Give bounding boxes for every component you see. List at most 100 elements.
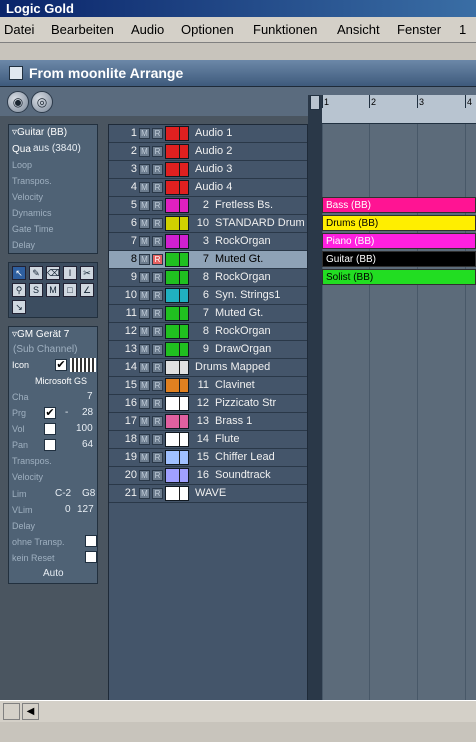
mute-button[interactable]: M xyxy=(139,326,150,337)
menu-optionen[interactable]: Optionen xyxy=(181,22,234,37)
drum-icon[interactable] xyxy=(165,216,189,231)
track-row[interactable]: 17 M R 13 Brass 1 xyxy=(109,413,307,431)
menu-ansicht[interactable]: Ansicht xyxy=(337,22,380,37)
track-name[interactable]: Clavinet xyxy=(215,379,255,391)
track-name[interactable]: Audio 2 xyxy=(195,145,232,157)
organ-icon[interactable] xyxy=(165,234,189,249)
track-row[interactable]: 11 M R 7 Muted Gt. xyxy=(109,305,307,323)
mapped-drum-icon[interactable] xyxy=(165,360,189,375)
horizontal-scrollbar[interactable]: ◀ xyxy=(0,700,476,722)
record-button[interactable]: R xyxy=(152,218,163,229)
bass-icon[interactable] xyxy=(165,198,189,213)
audio-icon[interactable] xyxy=(165,162,189,177)
pointer-tool-icon[interactable]: ↖ xyxy=(12,266,26,280)
scissors-tool-icon[interactable]: ✂ xyxy=(80,266,94,280)
audio-icon[interactable] xyxy=(165,144,189,159)
track-name[interactable]: Fretless Bs. xyxy=(215,199,273,211)
track-name[interactable]: WAVE xyxy=(195,487,226,499)
catch-icon[interactable]: ◎ xyxy=(31,91,53,113)
mute-button[interactable]: M xyxy=(139,128,150,139)
menu-datei[interactable]: Datei xyxy=(4,22,34,37)
track-row[interactable]: 18 M R 14 Flute xyxy=(109,431,307,449)
region[interactable]: Solist (BB) xyxy=(322,269,476,285)
record-button[interactable]: R xyxy=(152,452,163,463)
record-button[interactable]: R xyxy=(152,434,163,445)
record-button[interactable]: R xyxy=(152,344,163,355)
delay-label[interactable]: Delay xyxy=(12,240,35,250)
record-button[interactable]: R xyxy=(152,182,163,193)
flute-icon[interactable] xyxy=(165,432,189,447)
qua-value[interactable]: aus (3840) xyxy=(33,143,81,154)
text-tool-icon[interactable]: I xyxy=(63,266,77,280)
track-row[interactable]: 1 M R Audio 1 xyxy=(109,125,307,143)
record-button[interactable]: R xyxy=(152,380,163,391)
mute-button[interactable]: M xyxy=(139,236,150,247)
track-row[interactable]: 19 M R 15 Chiffer Lead xyxy=(109,449,307,467)
wave-icon[interactable] xyxy=(165,486,189,501)
track-name[interactable]: Pizzicato Str xyxy=(215,397,276,409)
track-name[interactable]: RockOrgan xyxy=(215,325,271,337)
transpos-label[interactable]: Transpos. xyxy=(12,456,52,466)
track-row[interactable]: 21 M R WAVE xyxy=(109,485,307,503)
menu-audio[interactable]: Audio xyxy=(131,22,164,37)
record-button[interactable]: R xyxy=(152,488,163,499)
track-name[interactable]: Audio 1 xyxy=(195,127,232,139)
lim-low-value[interactable]: C-2 xyxy=(55,488,71,499)
mute-button[interactable]: M xyxy=(139,218,150,229)
menu-window-number[interactable]: 1 xyxy=(459,22,466,37)
track-name[interactable]: Soundtrack xyxy=(215,469,271,481)
mute-button[interactable]: M xyxy=(139,398,150,409)
track-name[interactable]: Muted Gt. xyxy=(215,253,263,265)
track-row[interactable]: 9 M R 8 RockOrgan xyxy=(109,269,307,287)
mute-button[interactable]: M xyxy=(139,308,150,319)
no-transp-checkbox[interactable] xyxy=(85,535,97,547)
mute-button[interactable]: M xyxy=(139,488,150,499)
record-button[interactable]: R xyxy=(152,470,163,481)
gate-time-label[interactable]: Gate Time xyxy=(12,224,54,234)
organ-icon[interactable] xyxy=(165,270,189,285)
track-name[interactable]: Muted Gt. xyxy=(215,307,263,319)
guitar-icon[interactable] xyxy=(165,306,189,321)
mute-button[interactable]: M xyxy=(139,146,150,157)
mute-button[interactable]: M xyxy=(139,344,150,355)
record-button[interactable]: R xyxy=(152,326,163,337)
track-row[interactable]: 20 M R 16 Soundtrack xyxy=(109,467,307,485)
record-button[interactable]: R xyxy=(152,272,163,283)
track-row[interactable]: 8 M R 7 Muted Gt. xyxy=(109,251,307,269)
track-row[interactable]: 6 M R 10 STANDARD Drum xyxy=(109,215,307,233)
mute-button[interactable]: M xyxy=(139,362,150,373)
arrange-area[interactable] xyxy=(322,124,476,724)
region[interactable]: Drums (BB) xyxy=(322,215,476,231)
vlim-low-value[interactable]: 0 xyxy=(65,504,71,515)
track-name[interactable]: Flute xyxy=(215,433,239,445)
region-name[interactable]: ▿Guitar (BB) xyxy=(12,127,67,138)
pencil-tool-icon[interactable]: ✎ xyxy=(29,266,43,280)
clavinet-icon[interactable] xyxy=(165,378,189,393)
record-button[interactable]: R xyxy=(152,254,163,265)
menu-fenster[interactable]: Fenster xyxy=(397,22,441,37)
delay-label[interactable]: Delay xyxy=(12,521,35,531)
track-name[interactable]: DrawOrgan xyxy=(215,343,271,355)
mute-button[interactable]: M xyxy=(139,416,150,427)
mute-button[interactable]: M xyxy=(139,200,150,211)
instrument-name[interactable]: ▿GM Gerät 7 xyxy=(12,329,69,340)
track-row[interactable]: 12 M R 8 RockOrgan xyxy=(109,323,307,341)
menu-bearbeiten[interactable]: Bearbeiten xyxy=(51,22,114,37)
lim-high-value[interactable]: G8 xyxy=(82,488,95,499)
record-button[interactable]: R xyxy=(152,398,163,409)
record-button[interactable]: R xyxy=(152,200,163,211)
record-button[interactable]: R xyxy=(152,290,163,301)
icon-checkbox[interactable]: ✔ xyxy=(55,359,67,371)
scroll-handle[interactable] xyxy=(3,703,20,720)
track-name[interactable]: STANDARD Drum xyxy=(215,217,305,229)
mute-button[interactable]: M xyxy=(139,164,150,175)
region[interactable]: Guitar (BB) xyxy=(322,251,476,267)
soundtrack-icon[interactable] xyxy=(165,468,189,483)
track-name[interactable]: Chiffer Lead xyxy=(215,451,275,463)
vlim-high-value[interactable]: 127 xyxy=(77,504,94,515)
eraser-tool-icon[interactable]: ⌫ xyxy=(46,266,60,280)
mute-button[interactable]: M xyxy=(139,470,150,481)
record-button[interactable]: R xyxy=(152,146,163,157)
record-button[interactable]: R xyxy=(152,236,163,247)
track-name[interactable]: Syn. Strings1 xyxy=(215,289,280,301)
